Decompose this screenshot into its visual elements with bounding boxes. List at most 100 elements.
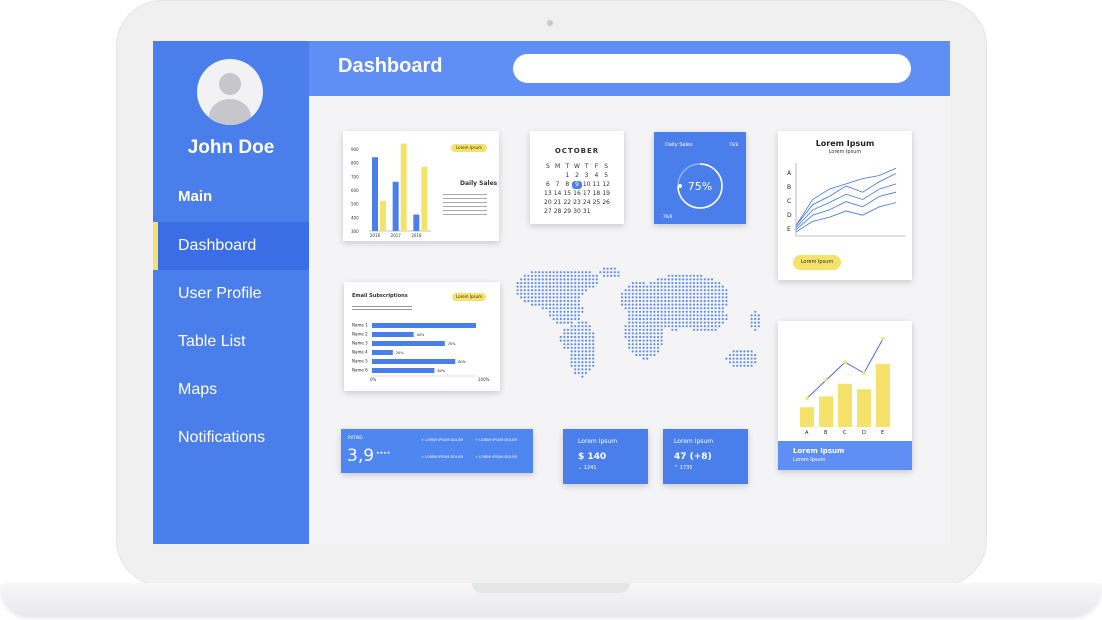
sidebar-item-maps[interactable]: Maps	[153, 366, 309, 414]
map-dot	[721, 321, 724, 324]
calendar-day[interactable]: 31	[582, 208, 592, 216]
map-dot	[592, 281, 595, 285]
sidebar-item-dashboard[interactable]: Dashboard	[153, 222, 309, 270]
avatar[interactable]	[197, 59, 263, 125]
map-dot	[653, 325, 656, 328]
map-dot	[642, 310, 645, 313]
calendar-day[interactable]: 5	[601, 172, 611, 180]
calendar-day[interactable]: 8	[562, 181, 572, 189]
search-input[interactable]	[513, 54, 911, 83]
map-dot	[692, 292, 696, 295]
calendar-day[interactable]: 13	[543, 190, 553, 198]
price-card[interactable]: Lorem Ipsum $ 140 ⌄ 1241	[563, 429, 648, 484]
map-dot	[602, 271, 606, 274]
calendar-day[interactable]: 11	[592, 181, 602, 189]
calendar-day[interactable]: 29	[562, 208, 572, 216]
daily-sales-gauge-card[interactable]: Daily Sales 76/8 75% 76/8	[654, 132, 746, 224]
rating-card[interactable]: RATING 3,9 ★★★★ + LOREM IPSUM DOLOR + LO…	[341, 429, 533, 473]
email-subscriptions-card[interactable]: Email Subscriptions Lorem Ipsum Name 1 Na…	[344, 282, 500, 391]
map-dot	[631, 328, 634, 331]
count-card[interactable]: Lorem Ipsum 47 (+8) ^ 1735	[663, 429, 748, 484]
calendar-day[interactable]: 17	[582, 190, 592, 198]
price-value: $ 140	[578, 452, 607, 462]
map-dot	[527, 289, 530, 292]
map-dot	[595, 281, 598, 285]
calendar-day[interactable]: 7	[553, 181, 563, 189]
map-dot	[725, 292, 728, 295]
calendar-day[interactable]: 1	[562, 172, 572, 180]
map-dot	[682, 296, 685, 299]
calendar-day[interactable]: 6	[543, 181, 553, 189]
map-dot	[671, 299, 674, 303]
bar	[857, 389, 871, 427]
map-dot	[523, 278, 526, 281]
calendar-day[interactable]: 12	[601, 181, 611, 189]
map-dot	[624, 307, 627, 310]
sidebar-item-notifications[interactable]: Notifications	[153, 414, 309, 462]
calendar-day[interactable]: 4	[592, 172, 602, 180]
map-dot	[714, 285, 717, 288]
calendar-day[interactable]: 2	[572, 172, 582, 180]
calendar-day[interactable]: 10	[582, 181, 592, 189]
calendar-day[interactable]: 15	[562, 190, 572, 198]
map-dot	[559, 339, 562, 342]
calendar-day[interactable]: 25	[592, 199, 602, 207]
calendar-day[interactable]: 20	[543, 199, 553, 207]
map-dot	[714, 307, 717, 310]
map-dot	[682, 321, 685, 324]
map-dot	[592, 343, 595, 346]
map-dot	[574, 335, 577, 339]
calendar-day[interactable]: 3	[582, 172, 592, 180]
map-dot	[696, 278, 699, 281]
map-dot	[556, 281, 559, 285]
map-dot	[649, 310, 652, 313]
bar	[372, 341, 445, 346]
growth-bar-card[interactable]: A B C D E Lorem Ipsum Lorem Ipsum	[778, 321, 912, 470]
sidebar-item-user-profile[interactable]: User Profile	[153, 270, 309, 318]
calendar-day[interactable]: 16	[572, 190, 582, 198]
map-dot	[653, 328, 656, 331]
map-dot	[656, 296, 660, 299]
sidebar-item-table-list[interactable]: Table List	[153, 318, 309, 366]
map-dot	[750, 321, 753, 324]
map-dot	[649, 335, 652, 339]
calendar-card[interactable]: OCTOBER S M T W T F S 1 2 3 4 5 6 7 8 9 10 11 12 13 14 15 16 17…	[530, 131, 624, 224]
map-dot	[581, 368, 584, 371]
calendar-day[interactable]: 26	[601, 199, 611, 207]
calendar-day[interactable]: 14	[553, 190, 563, 198]
x-tick-label: B	[824, 430, 828, 436]
map-dot	[577, 343, 580, 346]
map-dot	[703, 310, 706, 313]
map-dot	[682, 278, 685, 281]
calendar-day[interactable]: 18	[592, 190, 602, 198]
calendar-day[interactable]: 22	[562, 199, 572, 207]
calendar-month: OCTOBER	[554, 147, 600, 155]
calendar-day[interactable]: 30	[572, 208, 582, 216]
calendar-day[interactable]: 28	[553, 208, 563, 216]
map-dot	[667, 289, 670, 292]
calendar-day[interactable]: 23	[572, 199, 582, 207]
map-dot	[671, 307, 674, 310]
line-chart-card[interactable]: Lorem Ipsum Lorem Ipsum ABCDE Lorem Ipsu…	[778, 131, 912, 280]
bar	[819, 396, 833, 427]
map-dot	[674, 299, 678, 303]
calendar-day[interactable]: 19	[601, 190, 611, 198]
calendar-grid[interactable]: S M T W T F S 1 2 3 4 5 6 7 8 9 10 11 12 13 14 15 16 17 18 19 20 21…	[543, 163, 611, 217]
map-dot	[527, 299, 530, 303]
daily-sales-bar-card[interactable]: 900 800 700 600 500 400 300 2016 2017 2018 Lorem …	[343, 131, 499, 241]
calendar-day[interactable]: 27	[543, 208, 553, 216]
map-dot	[646, 289, 649, 292]
map-dot	[732, 364, 735, 367]
map-dot	[592, 350, 595, 353]
calendar-day[interactable]: 21	[553, 199, 563, 207]
bar	[372, 359, 456, 364]
map-dot	[664, 296, 667, 299]
calendar-day[interactable]: 24	[582, 199, 592, 207]
map-dot	[552, 317, 555, 321]
map-dot	[617, 274, 620, 277]
map-dot	[577, 339, 580, 342]
map-dot	[678, 303, 681, 306]
map-dot	[649, 350, 652, 353]
calendar-day[interactable]: 9	[572, 181, 582, 189]
map-dot	[739, 361, 742, 364]
